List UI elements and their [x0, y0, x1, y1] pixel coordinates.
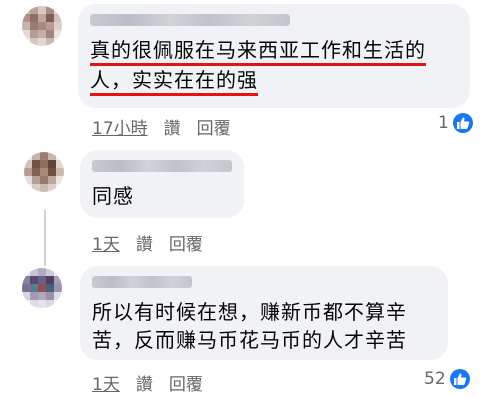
comment-line: 苦，反而赚马币花马币的人才辛苦	[92, 328, 407, 352]
comment-line: 同感	[92, 184, 134, 208]
like-button[interactable]: 讚	[164, 114, 181, 139]
comment-actions: 1天 讚 回覆	[92, 370, 203, 395]
comment-line: 所以有时候在想，赚新币都不算辛	[92, 300, 407, 324]
reaction-count: 52	[424, 369, 446, 389]
thumbs-up-icon	[449, 369, 470, 389]
thumbs-up-icon	[452, 113, 473, 133]
avatar[interactable]	[22, 6, 62, 46]
comment-bubble: 真的很佩服在马来西亚工作和生活的 人，实实在在的强	[78, 4, 470, 108]
reply-button[interactable]: 回覆	[197, 114, 231, 139]
comment-bubble: 所以有时候在想，赚新币都不算辛 苦，反而赚马币花马币的人才辛苦	[80, 266, 448, 360]
author-name-blurred[interactable]	[92, 160, 232, 172]
timestamp-link[interactable]: 1天	[92, 230, 120, 255]
reply-button[interactable]: 回覆	[169, 370, 203, 395]
avatar[interactable]	[22, 268, 62, 308]
like-button[interactable]: 讚	[136, 230, 153, 255]
comment-bubble: 同感	[80, 150, 244, 218]
reaction-summary[interactable]: 1	[438, 113, 473, 133]
avatar[interactable]	[24, 152, 64, 192]
comment-actions: 17小時 讚 回覆	[92, 114, 231, 139]
timestamp-link[interactable]: 17小時	[92, 114, 148, 139]
like-button[interactable]: 讚	[136, 370, 153, 395]
comment-text: 所以有时候在想，赚新币都不算辛 苦，反而赚马币花马币的人才辛苦	[92, 298, 434, 354]
comment-line: 真的很佩服在马来西亚工作和生活的	[90, 37, 426, 66]
comment-actions: 1天 讚 回覆	[92, 230, 203, 255]
thread-connector	[44, 210, 46, 266]
comment-text: 真的很佩服在马来西亚工作和生活的 人，实实在在的强	[90, 36, 456, 96]
timestamp-link[interactable]: 1天	[92, 370, 120, 395]
author-name-blurred[interactable]	[92, 276, 192, 288]
reaction-summary[interactable]: 52	[424, 369, 470, 389]
comment-line: 人，实实在在的强	[90, 67, 258, 96]
comment-text: 同感	[92, 182, 230, 210]
reaction-count: 1	[438, 113, 449, 133]
author-name-blurred[interactable]	[90, 14, 290, 26]
reply-button[interactable]: 回覆	[169, 230, 203, 255]
